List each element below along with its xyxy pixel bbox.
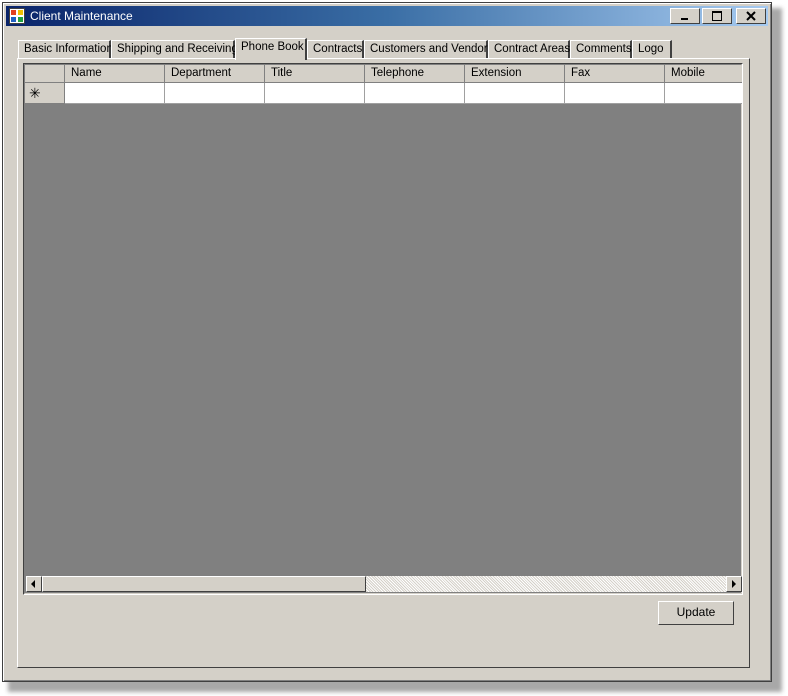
row-header-corner[interactable] [25,65,65,83]
minimize-icon [681,18,688,20]
cell-extension[interactable] [465,83,565,104]
window-title: Client Maintenance [30,9,133,23]
cell-fax[interactable] [565,83,665,104]
new-row-marker[interactable]: ✳ [25,83,65,104]
cell-mobile[interactable] [665,83,742,104]
scroll-right-button[interactable] [726,576,742,592]
scrollbar-thumb[interactable] [42,576,366,592]
maximize-button[interactable] [702,8,732,24]
phone-book-grid[interactable]: Name Department Title Telephone Extensio… [23,63,743,595]
tab-contract-areas[interactable]: Contract Areas [488,40,570,58]
column-header-telephone[interactable]: Telephone [365,65,465,83]
horizontal-scrollbar[interactable] [26,576,742,592]
tab-shipping-and-receiving[interactable]: Shipping and Receiving [111,40,238,58]
cell-name[interactable] [65,83,165,104]
tab-contracts[interactable]: Contracts [307,40,364,58]
column-header-name[interactable]: Name [65,65,165,83]
minimize-button[interactable] [670,8,700,24]
cell-department[interactable] [165,83,265,104]
column-header-mobile[interactable]: Mobile [665,65,742,83]
tab-logo[interactable]: Logo [632,40,672,58]
update-button[interactable]: Update [658,601,734,625]
column-header-title[interactable]: Title [265,65,365,83]
cell-telephone[interactable] [365,83,465,104]
tab-basic-information[interactable]: Basic Information [18,40,113,58]
tab-comments[interactable]: Comments [570,40,632,58]
column-header-fax[interactable]: Fax [565,65,665,83]
cell-title[interactable] [265,83,365,104]
column-header-department[interactable]: Department [165,65,265,83]
maximize-icon [712,11,722,21]
title-bar[interactable]: Client Maintenance [6,6,768,26]
arrow-left-icon [31,580,35,588]
close-icon [746,11,756,21]
app-icon [9,8,25,24]
grid-inner: Name Department Title Telephone Extensio… [24,64,742,594]
close-button[interactable] [736,8,766,24]
column-header-extension[interactable]: Extension [465,65,565,83]
scroll-left-button[interactable] [26,576,42,592]
tab-customers-and-vendors[interactable]: Customers and Vendors [364,40,493,58]
arrow-right-icon [732,580,736,588]
tab-phone-book[interactable]: Phone Book [235,38,307,60]
